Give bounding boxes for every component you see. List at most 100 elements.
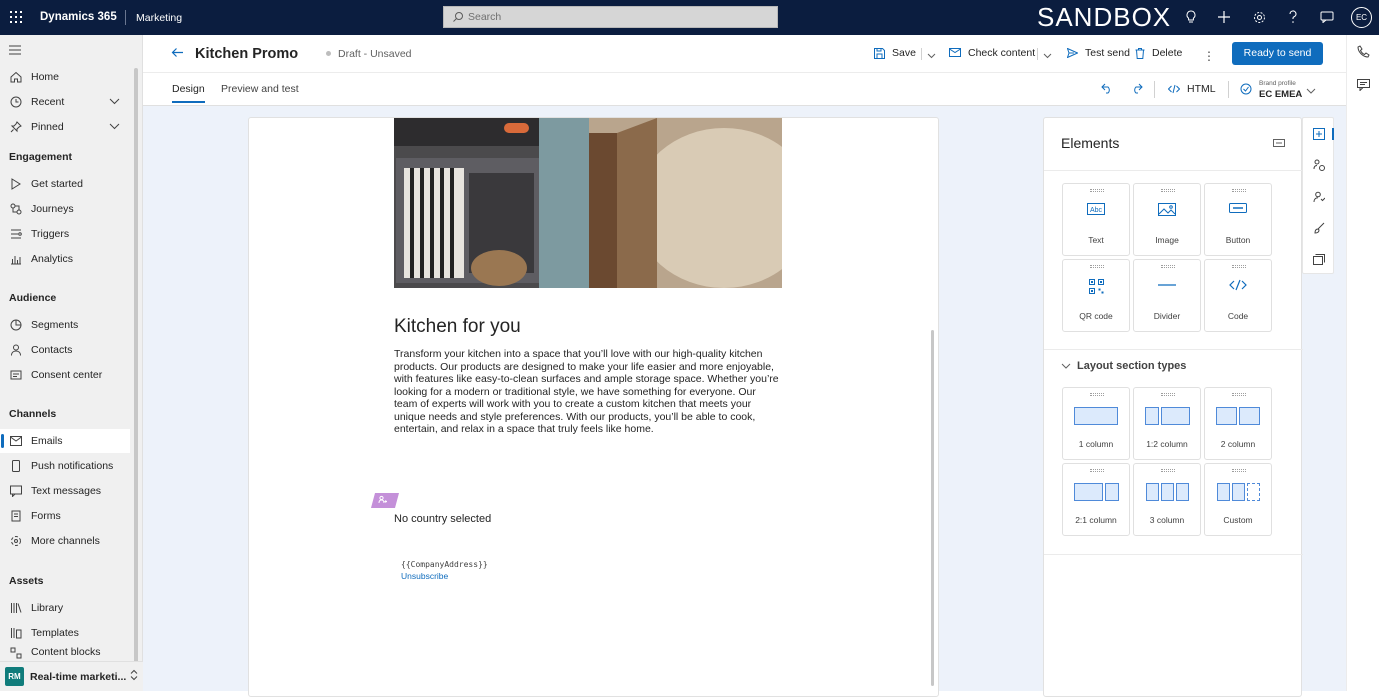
phone-call-icon[interactable] xyxy=(1357,45,1370,61)
element-tile-code[interactable]: Code xyxy=(1204,259,1272,332)
nav-group-engagement: Engagement xyxy=(9,151,73,163)
feedback-icon[interactable] xyxy=(1319,9,1335,25)
consent-icon xyxy=(9,368,23,382)
tab-design[interactable]: Design xyxy=(172,83,205,103)
layout-tile-1-column[interactable]: 1 column xyxy=(1062,387,1130,460)
nav-scrollbar[interactable] xyxy=(134,68,138,680)
drag-handle[interactable] xyxy=(1161,265,1175,268)
chat-icon[interactable] xyxy=(1357,79,1370,94)
nav-item-label: Segments xyxy=(31,319,79,331)
hero-image[interactable] xyxy=(394,118,782,288)
templates-icon xyxy=(9,626,23,640)
nav-item-analytics[interactable]: Analytics xyxy=(0,247,130,271)
html-button[interactable]: HTML xyxy=(1168,83,1216,95)
email-preview[interactable]: Kitchen for you Transform your kitchen i… xyxy=(248,117,939,697)
layout-tile-3-column[interactable]: 3 column xyxy=(1133,463,1201,536)
drag-handle[interactable] xyxy=(1232,393,1246,396)
nav-item-emails[interactable]: Emails xyxy=(0,429,130,453)
help-icon[interactable] xyxy=(1285,9,1301,25)
drag-handle[interactable] xyxy=(1090,189,1104,192)
tile-label: 1:2 column xyxy=(1146,439,1188,449)
check-content-button[interactable]: Check content xyxy=(949,47,1035,59)
element-tile-divider[interactable]: Divider xyxy=(1133,259,1201,332)
more-channels-icon xyxy=(9,534,23,548)
drag-handle[interactable] xyxy=(1232,265,1246,268)
app-launcher-icon[interactable] xyxy=(10,11,22,23)
nav-group-channels: Channels xyxy=(9,408,57,420)
redo-icon[interactable] xyxy=(1131,83,1143,97)
nav-item-get-started[interactable]: Get started xyxy=(0,172,130,196)
nav-item-pinned[interactable]: Pinned xyxy=(0,115,130,139)
drag-handle[interactable] xyxy=(1232,189,1246,192)
save-chevron-icon[interactable] xyxy=(927,50,936,62)
add-icon[interactable] xyxy=(1216,9,1232,25)
chevron-down-icon[interactable] xyxy=(1306,85,1316,97)
drag-handle[interactable] xyxy=(1090,469,1104,472)
nav-item-text-messages[interactable]: Text messages xyxy=(0,479,130,503)
nav-item-label: Pinned xyxy=(31,121,64,133)
drag-handle[interactable] xyxy=(1161,393,1175,396)
nav-item-label: Emails xyxy=(31,435,63,447)
nav-item-journeys[interactable]: Journeys xyxy=(0,197,130,221)
assets-icon[interactable] xyxy=(1311,252,1327,268)
delete-button[interactable]: Delete xyxy=(1135,47,1182,59)
drag-handle[interactable] xyxy=(1090,393,1104,396)
nav-item-contacts[interactable]: Contacts xyxy=(0,338,130,362)
drag-handle[interactable] xyxy=(1161,469,1175,472)
brand-name[interactable]: Dynamics 365 xyxy=(40,11,117,23)
nav-item-forms[interactable]: Forms xyxy=(0,504,130,528)
nav-item-home[interactable]: Home xyxy=(0,65,130,89)
layout-tile-custom[interactable]: Custom xyxy=(1204,463,1272,536)
layout-section-header[interactable]: Layout section types xyxy=(1061,360,1186,372)
nav-item-recent[interactable]: Recent xyxy=(0,90,130,114)
more-icon[interactable]: ⋮ xyxy=(1203,49,1215,63)
nav-item-consent-center[interactable]: Consent center xyxy=(0,363,130,387)
email-heading[interactable]: Kitchen for you xyxy=(394,316,521,338)
environment-label: SANDBOX xyxy=(1037,2,1172,32)
nav-item-content-blocks[interactable]: Content blocks xyxy=(0,646,130,660)
element-tile-image[interactable]: Image xyxy=(1133,183,1201,256)
element-tile-qr-code[interactable]: QR code xyxy=(1062,259,1130,332)
check-chevron-icon[interactable] xyxy=(1043,50,1052,62)
gear-icon[interactable] xyxy=(1251,9,1267,25)
element-tile-text[interactable]: Abc Text xyxy=(1062,183,1130,256)
collapse-panel-icon[interactable] xyxy=(1273,138,1285,150)
personalization-icon[interactable] xyxy=(1311,157,1327,173)
nav-item-label: Triggers xyxy=(31,228,70,240)
chevron-down-icon[interactable] xyxy=(109,96,120,108)
drag-handle[interactable] xyxy=(1232,469,1246,472)
country-text[interactable]: No country selected xyxy=(394,513,491,525)
styles-brush-icon[interactable] xyxy=(1311,220,1327,236)
nav-item-templates[interactable]: Templates xyxy=(0,621,130,645)
lightbulb-icon[interactable] xyxy=(1183,9,1199,25)
save-button[interactable]: Save xyxy=(874,47,916,59)
audience-icon[interactable] xyxy=(1311,189,1327,205)
test-send-button[interactable]: Test send xyxy=(1067,47,1130,59)
user-avatar[interactable]: EC xyxy=(1351,7,1372,28)
nav-item-push-notifications[interactable]: Push notifications xyxy=(0,454,130,478)
email-scrollbar[interactable] xyxy=(931,330,934,686)
search-input[interactable]: Search xyxy=(443,6,778,28)
brand-profile-value[interactable]: EC EMEA xyxy=(1259,89,1302,100)
nav-item-library[interactable]: Library xyxy=(0,596,130,620)
element-tile-button[interactable]: Button xyxy=(1204,183,1272,256)
add-element-icon[interactable] xyxy=(1311,126,1334,142)
unsubscribe-link[interactable]: Unsubscribe xyxy=(401,571,448,581)
layout-tile-2-1-column[interactable]: 2:1 column xyxy=(1062,463,1130,536)
layout-tile-1-2-column[interactable]: 1:2 column xyxy=(1133,387,1201,460)
tab-preview-and-test[interactable]: Preview and test xyxy=(221,83,299,95)
nav-item-triggers[interactable]: Triggers xyxy=(0,222,130,246)
back-arrow-icon[interactable] xyxy=(171,47,184,61)
drag-handle[interactable] xyxy=(1161,189,1175,192)
app-name[interactable]: Marketing xyxy=(136,12,182,24)
drag-handle[interactable] xyxy=(1090,265,1104,268)
area-switcher[interactable]: RM Real-time marketi... xyxy=(0,661,143,691)
chevron-down-icon[interactable] xyxy=(109,121,120,133)
email-body-text[interactable]: Transform your kitchen into a space that… xyxy=(394,348,782,436)
undo-icon[interactable] xyxy=(1101,83,1113,97)
ready-to-send-button[interactable]: Ready to send xyxy=(1232,42,1323,65)
nav-item-segments[interactable]: Segments xyxy=(0,313,130,337)
hamburger-icon[interactable] xyxy=(9,45,21,58)
nav-item-more-channels[interactable]: More channels xyxy=(0,529,130,553)
layout-tile-2-column[interactable]: 2 column xyxy=(1204,387,1272,460)
